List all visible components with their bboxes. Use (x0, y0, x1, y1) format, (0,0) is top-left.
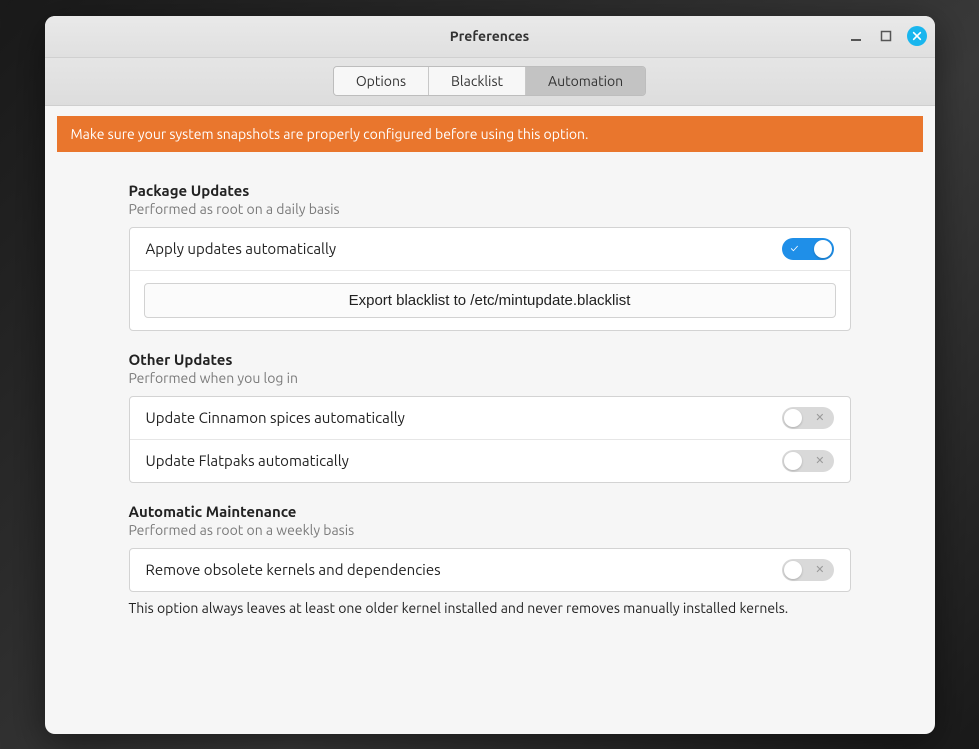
toggle-remove-kernels[interactable]: ✕ (782, 559, 834, 581)
cross-icon: ✕ (815, 454, 824, 467)
row-flatpaks: Update Flatpaks automatically ✕ (130, 440, 850, 482)
content-area: Package Updates Performed as root on a d… (45, 152, 935, 734)
check-icon: ✓ (791, 243, 799, 255)
tabbar: Options Blacklist Automation (45, 58, 935, 106)
section-subtitle: Performed as root on a weekly basis (129, 522, 851, 538)
section-title: Other Updates (129, 351, 851, 368)
panel-maint: Remove obsolete kernels and dependencies… (129, 548, 851, 592)
row-cinnamon-spices: Update Cinnamon spices automatically ✕ (130, 397, 850, 440)
section-other-updates: Other Updates Performed when you log in … (129, 351, 851, 483)
tab-blacklist[interactable]: Blacklist (429, 67, 526, 95)
row-export-blacklist: Export blacklist to /etc/mintupdate.blac… (130, 271, 850, 330)
toggle-flatpaks[interactable]: ✕ (782, 450, 834, 472)
export-blacklist-button[interactable]: Export blacklist to /etc/mintupdate.blac… (144, 283, 836, 318)
switch-knob (784, 409, 802, 427)
maximize-button[interactable] (877, 27, 895, 45)
tab-automation[interactable]: Automation (526, 67, 645, 95)
row-label: Apply updates automatically (146, 240, 337, 257)
section-title: Automatic Maintenance (129, 503, 851, 520)
warning-banner: Make sure your system snapshots are prop… (57, 116, 923, 152)
section-subtitle: Performed as root on a daily basis (129, 201, 851, 217)
window-title: Preferences (450, 28, 530, 44)
window-controls (847, 26, 927, 46)
cross-icon: ✕ (815, 411, 824, 424)
row-label: Update Cinnamon spices automatically (146, 409, 405, 426)
section-package-updates: Package Updates Performed as root on a d… (129, 182, 851, 331)
tabs: Options Blacklist Automation (333, 66, 646, 96)
close-button[interactable] (907, 26, 927, 46)
section-subtitle: Performed when you log in (129, 370, 851, 386)
row-label: Update Flatpaks automatically (146, 452, 349, 469)
cross-icon: ✕ (815, 563, 824, 576)
minimize-icon (850, 30, 862, 42)
section-automatic-maintenance: Automatic Maintenance Performed as root … (129, 503, 851, 616)
section-title: Package Updates (129, 182, 851, 199)
toggle-cinnamon-spices[interactable]: ✕ (782, 407, 834, 429)
maximize-icon (880, 30, 892, 42)
minimize-button[interactable] (847, 27, 865, 45)
tab-options[interactable]: Options (334, 67, 429, 95)
switch-knob (784, 452, 802, 470)
switch-knob (814, 240, 832, 258)
row-remove-kernels: Remove obsolete kernels and dependencies… (130, 549, 850, 591)
titlebar: Preferences (45, 16, 935, 58)
toggle-apply-updates[interactable]: ✓ (782, 238, 834, 260)
panel-package: Apply updates automatically ✓ Export bla… (129, 227, 851, 331)
section-note: This option always leaves at least one o… (129, 600, 851, 616)
row-apply-updates: Apply updates automatically ✓ (130, 228, 850, 271)
row-label: Remove obsolete kernels and dependencies (146, 561, 441, 578)
preferences-window: Preferences Options Blacklist Automation… (45, 16, 935, 734)
switch-knob (784, 561, 802, 579)
panel-other: Update Cinnamon spices automatically ✕ U… (129, 396, 851, 483)
close-icon (912, 31, 922, 41)
